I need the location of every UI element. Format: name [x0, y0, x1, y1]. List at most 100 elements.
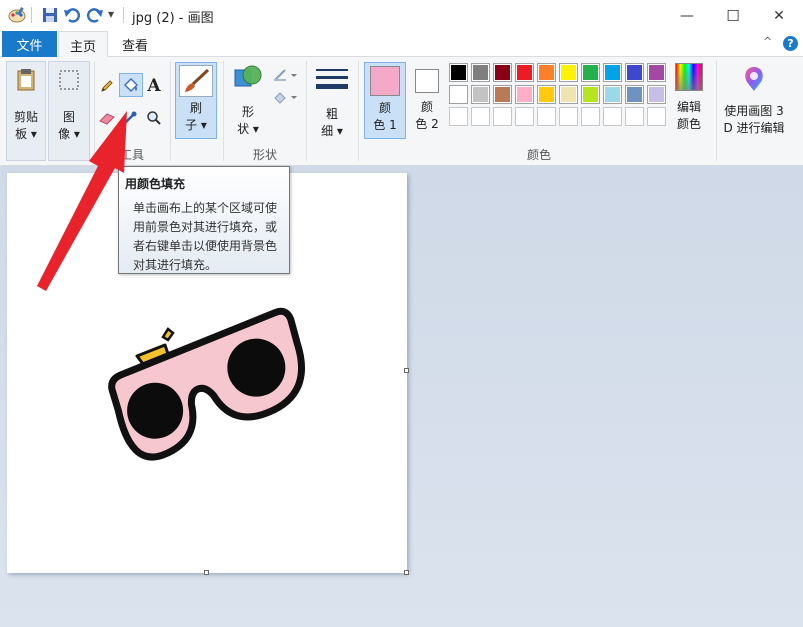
brushes-button[interactable]: 刷 子 ▾	[175, 62, 217, 139]
quick-access-dropdown[interactable]: ▾	[108, 7, 114, 21]
swatch-color	[561, 65, 576, 80]
shapes-button[interactable]: 形 状 ▾	[229, 63, 267, 139]
save-icon[interactable]	[41, 6, 59, 27]
undo-icon[interactable]	[63, 6, 81, 27]
palette-custom-slot[interactable]	[471, 107, 490, 126]
text-tool-icon[interactable]: A	[143, 75, 165, 97]
size-label-2: 细 ▾	[321, 124, 343, 138]
palette-custom-slot[interactable]	[559, 107, 578, 126]
image-label-2: 像 ▾	[58, 127, 80, 141]
paint-3d-label-2: D 进行编辑	[723, 121, 785, 135]
fill-with-color-icon[interactable]	[119, 73, 143, 97]
edit-colors-label-1: 编辑	[676, 100, 701, 114]
palette-custom-slot[interactable]	[515, 107, 534, 126]
brushes-label-1: 刷	[189, 101, 202, 115]
palette-swatch[interactable]	[581, 85, 600, 104]
swatch-color	[539, 65, 554, 80]
resize-handle-bottom[interactable]	[204, 570, 209, 575]
palette-swatch[interactable]	[449, 85, 468, 104]
swatch-color	[451, 65, 466, 80]
shapes-icon	[232, 63, 264, 98]
palette-swatch[interactable]	[537, 85, 556, 104]
clipboard-icon	[15, 68, 37, 97]
tab-file[interactable]: 文件	[2, 31, 57, 57]
palette-swatch[interactable]	[515, 85, 534, 104]
palette-custom-slot[interactable]	[449, 107, 468, 126]
swatch-color	[605, 87, 620, 102]
collapse-ribbon-icon[interactable]: ^	[763, 35, 772, 48]
tab-view[interactable]: 查看	[112, 31, 158, 58]
resize-handle-corner[interactable]	[404, 570, 409, 575]
palette-swatch[interactable]	[647, 85, 666, 104]
eraser-icon[interactable]	[96, 107, 118, 129]
palette-swatch[interactable]	[471, 63, 490, 82]
palette-swatch[interactable]	[625, 85, 644, 104]
palette-swatch[interactable]	[559, 85, 578, 104]
paint-3d-icon	[740, 65, 768, 98]
rainbow-icon	[675, 63, 703, 91]
image-button[interactable]: 图 像 ▾	[48, 61, 90, 161]
group-separator	[358, 61, 359, 161]
palette-custom-slot[interactable]	[647, 107, 666, 126]
palette-swatch[interactable]	[647, 63, 666, 82]
swatch-color	[583, 87, 598, 102]
redo-icon[interactable]	[86, 6, 104, 27]
magnifier-icon[interactable]	[143, 107, 165, 129]
swatch-color	[495, 65, 510, 80]
color-1-label-2: 色 1	[373, 118, 397, 132]
divider	[31, 7, 32, 23]
outline-icon[interactable]	[271, 64, 299, 86]
swatch-color	[627, 87, 642, 102]
pencil-icon[interactable]	[96, 75, 118, 97]
shapes-group-label: 形状	[252, 148, 277, 162]
group-separator	[94, 61, 95, 161]
brush-icon	[179, 65, 213, 97]
window-title: jpg (2) - 画图	[132, 11, 214, 26]
palette-swatch[interactable]	[515, 63, 534, 82]
color-1-button[interactable]: 颜 色 1	[364, 62, 406, 139]
color-picker-icon[interactable]	[119, 107, 141, 129]
swatch-color	[473, 65, 488, 80]
help-icon[interactable]: ?	[783, 36, 798, 51]
edit-colors-button[interactable]: 编辑 颜色	[668, 63, 710, 141]
palette-swatch[interactable]	[603, 85, 622, 104]
palette-swatch[interactable]	[559, 63, 578, 82]
palette-swatch[interactable]	[449, 63, 468, 82]
palette-swatch[interactable]	[581, 63, 600, 82]
palette-custom-slot[interactable]	[603, 107, 622, 126]
ribbon: 剪贴 板 ▾ 图 像 ▾ A 工具 刷 子 ▾ 形 状 ▾ 形状 粗 细 ▾ 颜…	[0, 57, 803, 166]
palette-swatch[interactable]	[471, 85, 490, 104]
tab-home[interactable]: 主页	[58, 31, 108, 58]
swatch-color	[649, 65, 664, 80]
palette-swatch[interactable]	[493, 63, 512, 82]
palette-custom-slot[interactable]	[625, 107, 644, 126]
edit-with-paint-3d-button[interactable]: 使用画图 3 D 进行编辑	[719, 65, 789, 141]
palette-custom-slot[interactable]	[581, 107, 600, 126]
paint-3d-label-1: 使用画图 3	[724, 104, 784, 118]
swatch-color	[583, 65, 598, 80]
swatch-color	[495, 87, 510, 102]
close-button[interactable]: ✕	[756, 0, 802, 31]
group-separator	[223, 61, 224, 161]
palette-swatch[interactable]	[603, 63, 622, 82]
size-button[interactable]: 粗 细 ▾	[312, 63, 352, 139]
palette-swatch[interactable]	[537, 63, 556, 82]
palette-custom-slot[interactable]	[493, 107, 512, 126]
swatch-color	[517, 65, 532, 80]
divider	[123, 7, 124, 23]
minimize-button[interactable]: —	[664, 0, 710, 31]
swatch-color	[473, 87, 488, 102]
swatch-color	[451, 87, 466, 102]
resize-handle-right[interactable]	[404, 368, 409, 373]
select-icon	[57, 68, 81, 97]
palette-custom-slot[interactable]	[537, 107, 556, 126]
brushes-label-2: 子 ▾	[185, 118, 207, 132]
palette-swatch[interactable]	[625, 63, 644, 82]
clipboard-button[interactable]: 剪贴 板 ▾	[6, 61, 46, 161]
palette-swatch[interactable]	[493, 85, 512, 104]
maximize-button[interactable]: ☐	[710, 0, 756, 31]
color-2-button[interactable]: 颜 色 2	[408, 62, 446, 139]
shape-fill-icon[interactable]	[271, 86, 299, 108]
group-separator	[716, 61, 717, 161]
paint-app-icon[interactable]	[8, 6, 26, 27]
